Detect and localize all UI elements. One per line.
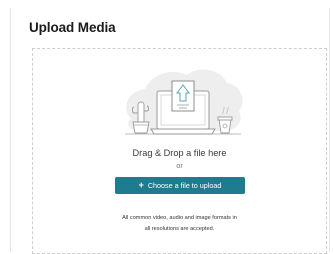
accepted-formats-line-2: all resolutions are accepted. (144, 225, 215, 232)
drag-drop-text: Drag & Drop a file here (132, 148, 227, 158)
page-title: Upload Media (29, 20, 116, 35)
choose-file-button-label: Choose a file to upload (147, 181, 222, 190)
upload-media-panel: Upload Media Drag & Drop a file here or … (10, 8, 330, 254)
upload-document-icon (171, 80, 195, 112)
choose-file-button[interactable]: + Choose a file to upload (115, 177, 245, 194)
drop-zone[interactable]: Drag & Drop a file here or + Choose a fi… (32, 48, 327, 254)
upload-illustration-svg (125, 69, 243, 135)
accepted-formats-line-1: All common video, audio and image format… (122, 215, 237, 221)
upload-illustration (117, 61, 247, 145)
plus-icon: + (138, 180, 144, 190)
or-separator-text: or (176, 161, 183, 170)
accepted-formats-note: All common video, audio and image format… (33, 213, 326, 234)
